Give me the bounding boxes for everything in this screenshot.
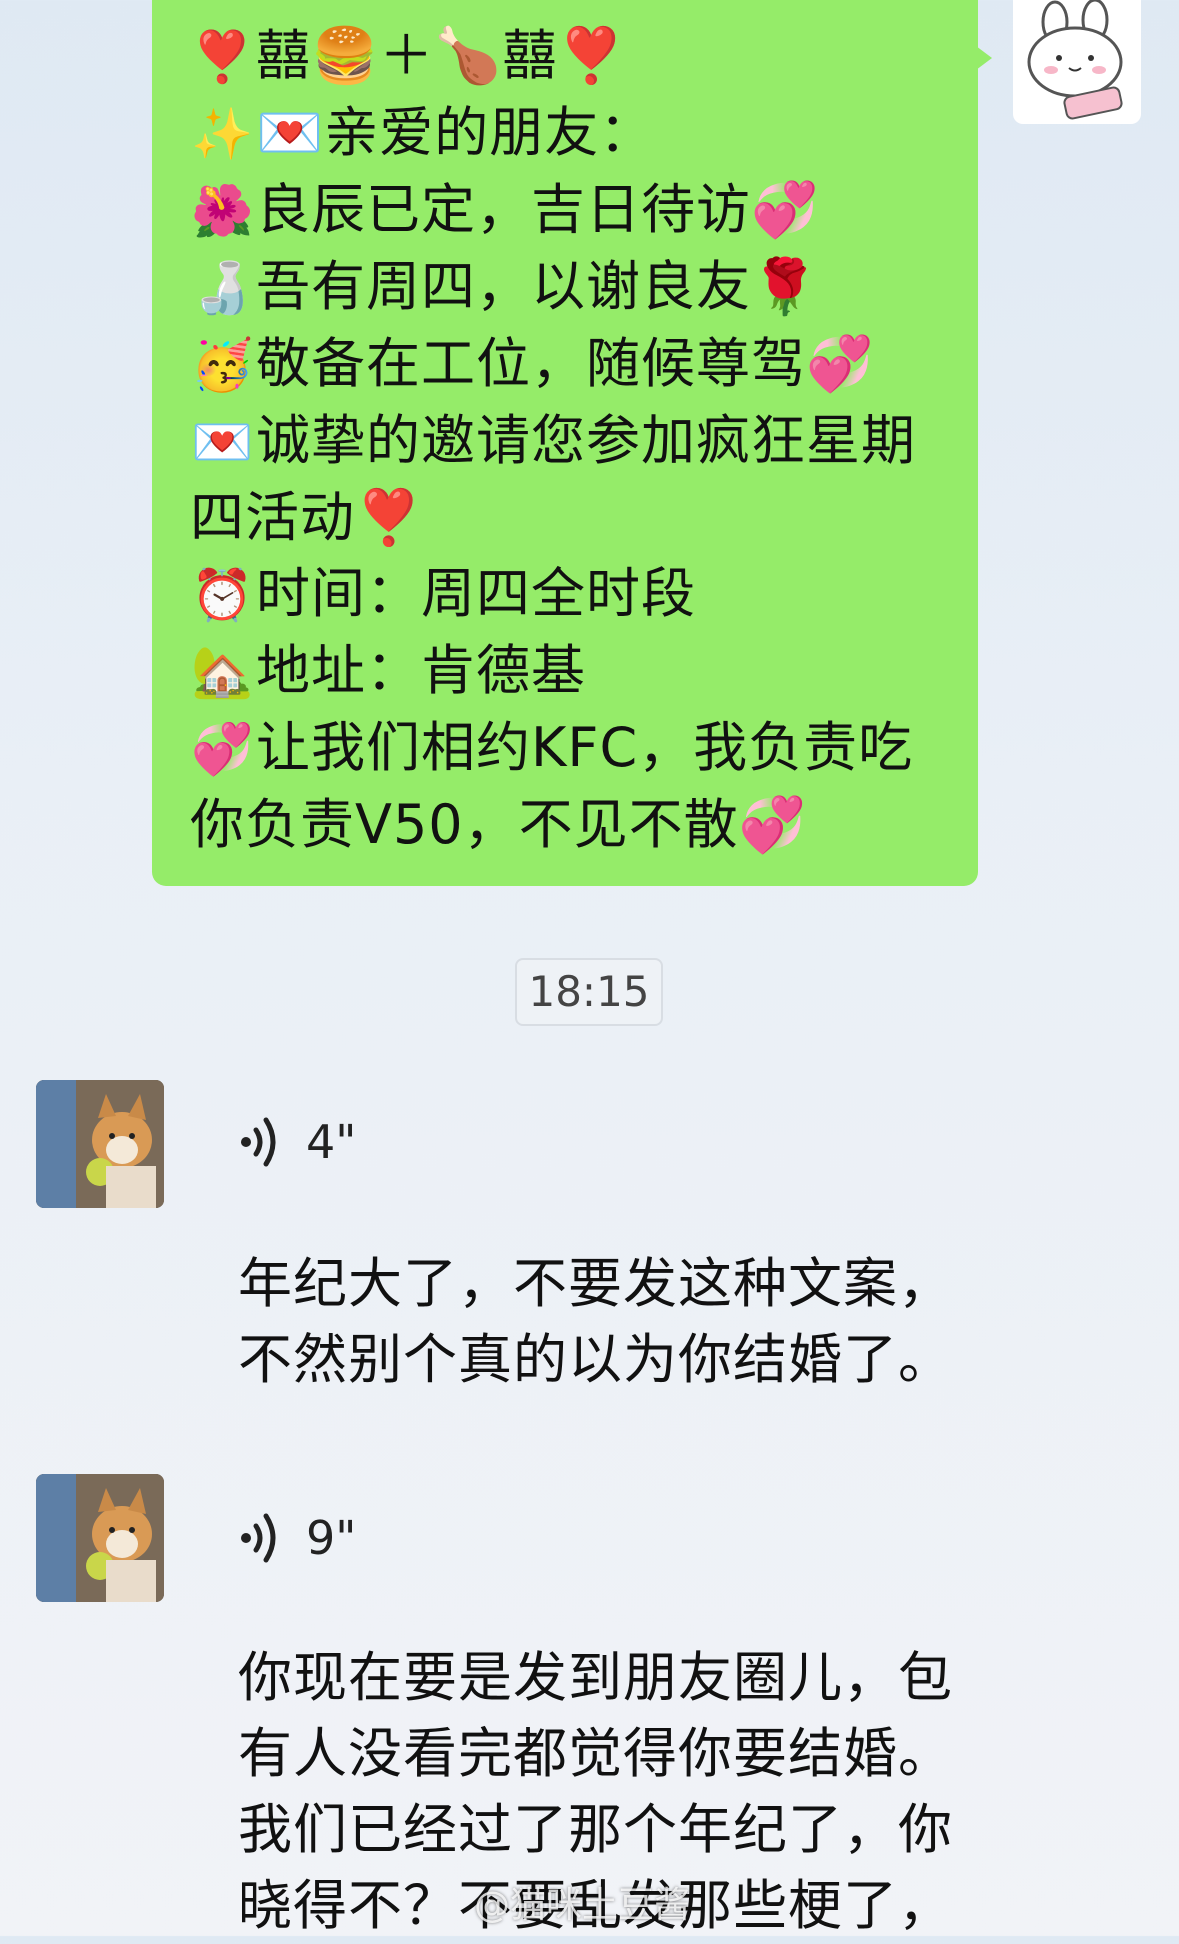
message-line-text: 敬备在工位，随候尊驾💞 [256,332,875,395]
transcript-line: 你现在要是发到朋友圈儿，包 [238,1646,953,1709]
message-line: 💌诚挚的邀请您参加疯狂星期 [190,403,948,480]
message-line-text: 时间：周四全时段 [256,562,696,625]
hibiscus-icon: 🌺 [191,182,255,240]
party-face-icon: 🥳 [191,336,255,394]
two-hearts-icon: 💞 [191,720,255,778]
message-line: 你负责V50，不见不散💞 [190,787,948,863]
transcript-line: 我们已经过了那个年纪了，你 [238,1798,953,1861]
sake-icon: 🍶 [191,259,255,317]
message-line-text: 囍🍔＋🍗囍❣️ [256,24,626,87]
transcript-line: 有人没看完都觉得你要结婚。 [238,1722,953,1785]
voice-duration: 4" [306,1115,357,1169]
corgi-avatar-icon [36,1474,164,1602]
house-icon: 🏡 [191,643,255,701]
sent-message-bubble[interactable]: ❣️囍🍔＋🍗囍❣️ ✨💌亲爱的朋友： 🌺良辰已定，吉日待访💞 🍶吾有周四，以谢良… [152,0,992,886]
transcript-line: 不然别个真的以为你结婚了。 [238,1328,953,1391]
voice-wave-icon [241,1513,276,1563]
heart-exclamation-icon: ❣️ [191,28,255,86]
message-line-text: 诚挚的邀请您参加疯狂星期 [256,409,916,472]
voice-duration: 9" [306,1511,357,1565]
avatar[interactable] [36,1080,164,1208]
self-avatar[interactable] [1013,0,1141,124]
message-line-text: 💌亲爱的朋友： [256,101,655,164]
message-line: 💞让我们相约KFC，我负责吃 [190,710,948,787]
message-line-text: 吾有周四，以谢良友🌹 [256,255,820,318]
voice-message[interactable]: 4" [236,1112,356,1172]
message-line: ❣️囍🍔＋🍗囍❣️ [190,18,948,95]
message-line: 🍶吾有周四，以谢良友🌹 [190,249,948,326]
alarm-clock-icon: ⏰ [191,566,255,624]
sparkles-icon: ✨ [191,105,255,163]
message-line: ⏰时间：周四全时段 [190,556,948,633]
voice-transcript: 年纪大了，不要发这种文案， 不然别个真的以为你结婚了。 [238,1246,953,1398]
voice-message[interactable]: 9" [236,1508,356,1568]
message-line-text: 你负责V50，不见不散💞 [190,793,807,856]
message-line-text: 让我们相约KFC，我负责吃 [256,716,914,779]
message-line: ✨💌亲爱的朋友： [190,95,948,172]
corgi-avatar-icon [36,1080,164,1208]
message-line-text: 良辰已定，吉日待访💞 [256,178,820,241]
message-line: 🥳敬备在工位，随候尊驾💞 [190,326,948,403]
love-letter-icon: 💌 [191,413,255,471]
transcript-line: 年纪大了，不要发这种文案， [238,1252,953,1315]
message-line: 四活动❣️ [190,480,948,556]
avatar[interactable] [36,1474,164,1602]
watermark: @猫咪土豆酱 [474,1885,691,1926]
message-line: 🌺良辰已定，吉日待访💞 [190,172,948,249]
message-line-text: 四活动❣️ [190,486,424,549]
message-line: 🏡地址：肯德基 [190,633,948,710]
voice-wave-icon [241,1117,276,1167]
message-line-text: 地址：肯德基 [256,639,586,702]
bunny-sticker-icon [1027,0,1123,120]
message-timestamp: 18:15 [515,958,663,1026]
